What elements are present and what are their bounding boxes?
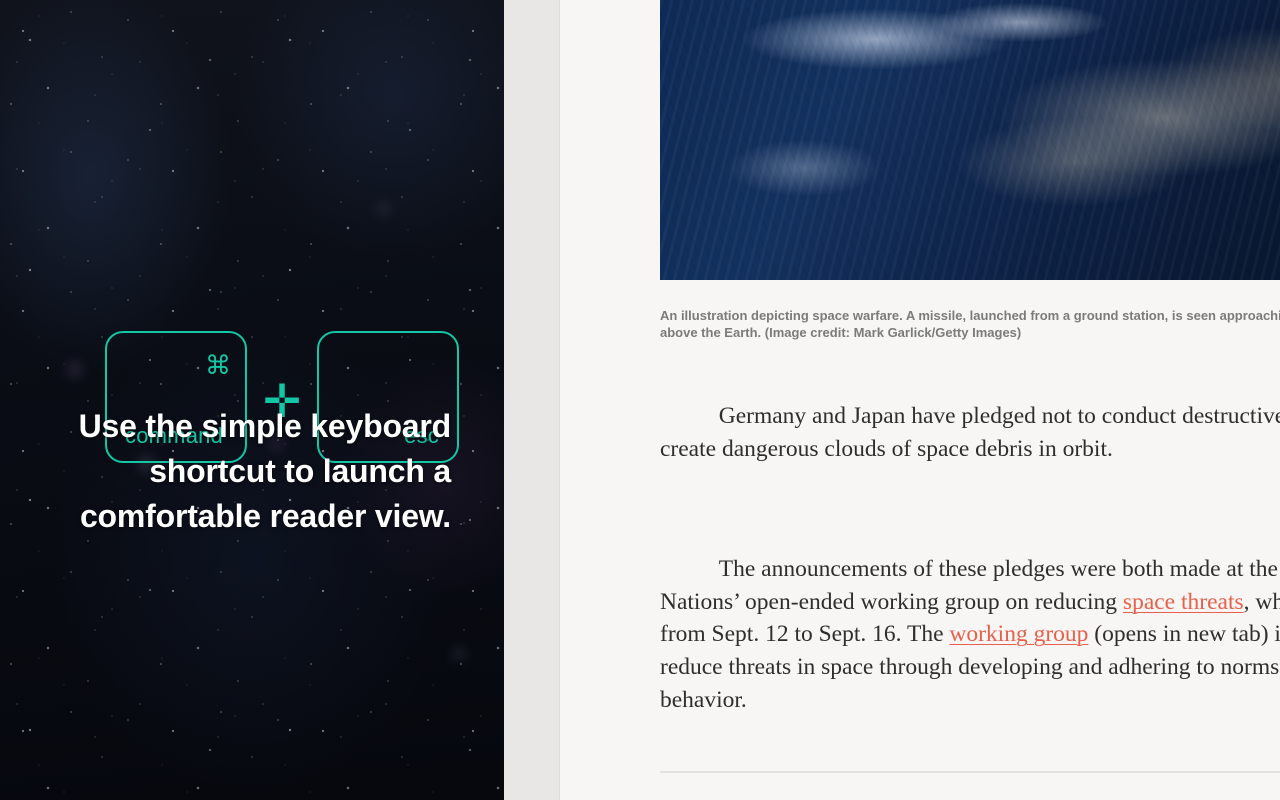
paragraph-2: The announcements of these pledges were … (660, 520, 1280, 750)
image-caption: An illustration depicting space warfare.… (660, 308, 1280, 340)
command-symbol-icon: ⌘ (205, 351, 231, 381)
article-paragraphs: Germany and Japan have pledged not to co… (660, 367, 1280, 800)
promo-headline: Use the simple keyboard shortcut to laun… (78, 408, 452, 534)
section-divider (660, 771, 1280, 774)
earth-from-orbit-image (660, 0, 1280, 280)
reader-article-panel: An illustration depicting space warfare.… (560, 0, 1280, 800)
nebula-dot-icon (70, 365, 79, 374)
page-margin-divider (504, 0, 560, 800)
reader-promo-panel: ⌘ command ✛ esc Use the simple keyboard … (0, 0, 504, 800)
nebula-dot-icon (455, 650, 463, 658)
link-space-threats[interactable]: space threats (1123, 589, 1244, 615)
link-working-group[interactable]: working group (949, 621, 1088, 647)
paragraph-1-text: Germany and Japan have pledged not to co… (660, 403, 1280, 463)
nebula-dot-icon (380, 205, 387, 212)
reader-mode-screen: ⌘ command ✛ esc Use the simple keyboard … (0, 0, 1280, 800)
article-body: An illustration depicting space warfare.… (660, 0, 1280, 800)
paragraph-1: Germany and Japan have pledged not to co… (660, 367, 1280, 499)
article-hero-image (660, 0, 1280, 280)
